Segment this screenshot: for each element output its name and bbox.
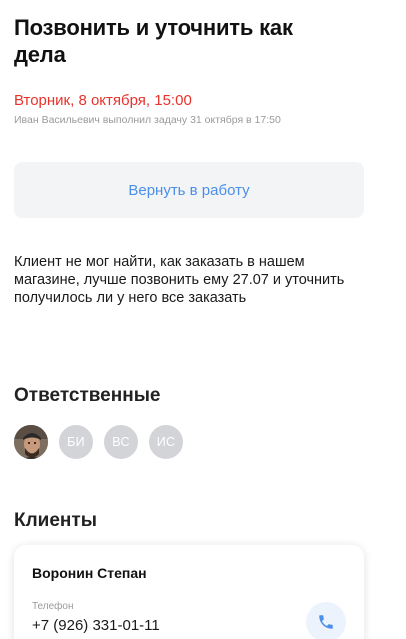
return-to-work-button[interactable]: Вернуть в работу [14,162,364,218]
responsible-avatars: БИ ВС ИС [13,424,213,462]
responsible-section-title: Ответственные [14,385,161,406]
task-detail-screen: Позвонить и уточнить как дела Вторник, 8… [0,0,406,639]
phone-label: Телефон [32,601,74,612]
avatar-initials-vs[interactable]: ВС [103,424,139,460]
avatar-initials-is[interactable]: ИС [148,424,184,460]
user-photo-avatar[interactable] [13,424,49,460]
task-completion-note: Иван Васильевич выполнил задачу 31 октяб… [14,114,281,126]
clients-section-title: Клиенты [14,510,97,531]
task-title: Позвонить и уточнить как дела [14,15,293,67]
phone-value: +7 (926) 331-01-11 [32,617,160,634]
client-name: Воронин Степан [32,565,147,581]
call-button[interactable] [306,602,346,639]
client-card[interactable]: Воронин Степан Телефон +7 (926) 331-01-1… [14,545,364,639]
task-description: Клиент не мог найти, как заказать в наше… [14,254,345,306]
avatar-initials-bi[interactable]: БИ [58,424,94,460]
phone-icon [319,615,333,629]
user-photo-icon [14,425,48,459]
task-due-date: Вторник, 8 октября, 15:00 [14,92,192,109]
